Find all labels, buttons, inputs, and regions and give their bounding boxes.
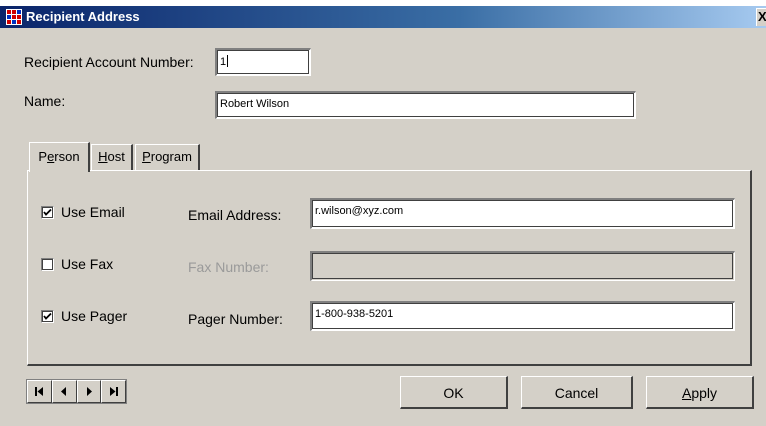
email-address-value: r.wilson@xyz.com [315,205,404,217]
apply-accel: A [681,385,692,401]
use-email-checkbox[interactable] [41,206,54,219]
tab-program-label-post: rogram [150,149,192,164]
tab-program-accel: P [142,149,151,164]
tab-host-accel: H [98,149,108,164]
close-icon: X [758,9,766,24]
ok-button[interactable]: OK [400,376,508,409]
name-field[interactable]: Robert Wilson [215,91,636,119]
next-record-icon [86,387,92,396]
use-fax-checkbox[interactable] [41,258,54,271]
email-address-label: Email Address: [188,207,282,223]
tab-host-label-post: ost [107,149,125,164]
checkmark-icon [43,312,52,320]
pager-number-label: Pager Number: [188,311,283,327]
email-address-field[interactable]: r.wilson@xyz.com [310,198,735,229]
previous-record-icon [61,387,67,396]
tab-person-label-post: rson [54,149,80,164]
first-record-icon [35,387,44,396]
name-label: Name: [24,93,66,109]
title-bar[interactable]: Recipient Address X [0,6,766,28]
name-value: Robert Wilson [220,98,290,110]
pager-number-value: 1-800-938-5201 [315,308,394,320]
text-caret [227,55,229,67]
account-number-label: Recipient Account Number: [24,54,194,70]
cancel-button[interactable]: Cancel [521,376,633,409]
account-number-field[interactable]: 1 [215,48,311,76]
checkmark-icon [43,208,52,216]
tab-person[interactable]: Person [29,142,90,172]
fax-number-label: Fax Number: [188,259,269,275]
tab-host[interactable]: Host [91,144,133,170]
use-email-label[interactable]: Use Email [61,204,125,220]
apply-label-rest: pply [691,385,718,401]
tab-person-label-pre: P [38,149,48,164]
last-record-button[interactable] [101,380,126,403]
next-record-button[interactable] [76,380,102,403]
pager-number-field[interactable]: 1-800-938-5201 [310,301,735,331]
app-grid-icon [6,9,22,25]
close-button[interactable]: X [756,8,766,26]
first-record-button[interactable] [27,380,52,403]
use-pager-checkbox[interactable] [41,310,54,323]
use-fax-label[interactable]: Use Fax [61,256,113,272]
window-title: Recipient Address [26,9,140,24]
tab-program[interactable]: Program [135,144,200,170]
account-number-value: 1 [220,56,227,68]
use-pager-label[interactable]: Use Pager [61,308,127,324]
apply-button[interactable]: Apply [646,376,754,409]
record-navigator [26,379,127,404]
fax-number-field[interactable] [310,251,735,281]
previous-record-button[interactable] [51,380,77,403]
last-record-icon [109,387,118,396]
recipient-address-dialog: Recipient Address X Recipient Account Nu… [0,6,766,426]
